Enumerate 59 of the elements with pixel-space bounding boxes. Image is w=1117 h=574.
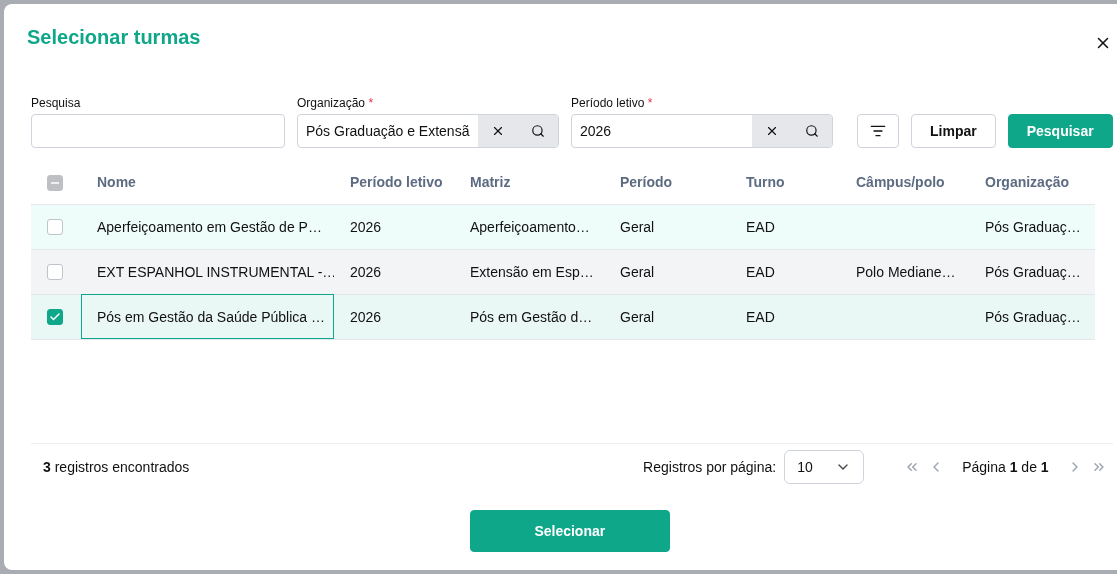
lookup-control[interactable]: 2026 xyxy=(571,114,833,148)
close-icon xyxy=(765,124,779,138)
row-checkbox[interactable] xyxy=(47,219,63,236)
filter-icon xyxy=(870,123,886,139)
field-label: Organização xyxy=(297,96,366,110)
column-header[interactable]: Organização xyxy=(969,161,1095,204)
lookup-control[interactable]: Pós Graduação e Extensã xyxy=(297,114,559,148)
table-row[interactable]: EXT ESPANHOL INSTRUMENTAL -… 2026 Extensão em Esp… Geral EAD Polo Mediane… Pós Graduaç… xyxy=(31,249,1095,294)
table-cell: Pós Graduaç… xyxy=(969,294,1095,339)
column-header[interactable]: Turno xyxy=(730,161,840,204)
lookup-field[interactable]: 2026 xyxy=(572,115,752,147)
search-icon xyxy=(805,124,819,138)
table-cell: Pós Graduaç… xyxy=(969,249,1095,294)
page-indicator: Página 1 de 1 xyxy=(962,459,1049,475)
table-cell: Geral xyxy=(604,249,730,294)
table-cell: 2026 xyxy=(334,294,454,339)
search-button[interactable] xyxy=(518,115,558,147)
close-icon xyxy=(491,124,505,138)
table-cell: EAD xyxy=(730,204,840,249)
column-header[interactable]: Câmpus/polo xyxy=(840,161,969,204)
per-page-select[interactable]: 10 xyxy=(784,450,865,484)
table-cell: EXT ESPANHOL INSTRUMENTAL -… xyxy=(81,249,334,294)
table-row[interactable]: Aperfeiçoamento em Gestão de P… 2026 Aperfeiçoamento… Geral EAD Pós Graduaç… xyxy=(31,204,1095,249)
search-button[interactable] xyxy=(792,115,832,147)
table-row[interactable]: Pós em Gestão da Saúde Pública … 2026 Pós em Gestão d… Geral EAD Pós Graduaç… xyxy=(31,294,1095,339)
record-count: 3 registros encontrados xyxy=(43,459,190,475)
table-cell: EAD xyxy=(730,294,840,339)
per-page-label: Registros por página: xyxy=(643,459,777,475)
search-icon xyxy=(531,124,545,138)
clear-button[interactable]: Limpar xyxy=(911,114,996,148)
table-cell: EAD xyxy=(730,249,840,294)
clear-button[interactable] xyxy=(752,115,792,147)
table-cell: 2026 xyxy=(334,204,454,249)
field-label: Período letivo xyxy=(571,96,645,110)
table-cell: Polo Mediane… xyxy=(840,249,969,294)
column-header[interactable]: Período letivo xyxy=(334,161,454,204)
row-checkbox[interactable] xyxy=(47,264,63,281)
table-cell: Pós em Gestão da Saúde Pública … xyxy=(81,294,334,339)
table-cell: Geral xyxy=(604,294,730,339)
lookup-field[interactable]: Pós Graduação e Extensã xyxy=(298,115,478,147)
field-label: Pesquisa xyxy=(31,96,81,110)
table-cell: Pós em Gestão d… xyxy=(454,294,604,339)
table-cell: Aperfeiçoamento… xyxy=(454,204,604,249)
table-cell: 2026 xyxy=(334,249,454,294)
select-all-checkbox[interactable] xyxy=(47,174,63,191)
table-cell: Geral xyxy=(604,204,730,249)
row-checkbox[interactable] xyxy=(47,309,63,326)
column-header[interactable]: Matriz xyxy=(454,161,604,204)
required-mark: * xyxy=(646,96,653,110)
search-field[interactable] xyxy=(31,114,285,148)
dialog-title: Selecionar turmas xyxy=(27,25,201,49)
table-cell: Pós Graduaç… xyxy=(969,204,1095,249)
column-header[interactable]: Nome xyxy=(81,161,334,204)
table-cell: Extensão em Esp… xyxy=(454,249,604,294)
column-header[interactable]: Período xyxy=(604,161,730,204)
required-mark: * xyxy=(367,96,374,110)
clear-button[interactable] xyxy=(478,115,518,147)
table-cell: Aperfeiçoamento em Gestão de P… xyxy=(81,204,334,249)
filter-button[interactable] xyxy=(857,114,899,148)
